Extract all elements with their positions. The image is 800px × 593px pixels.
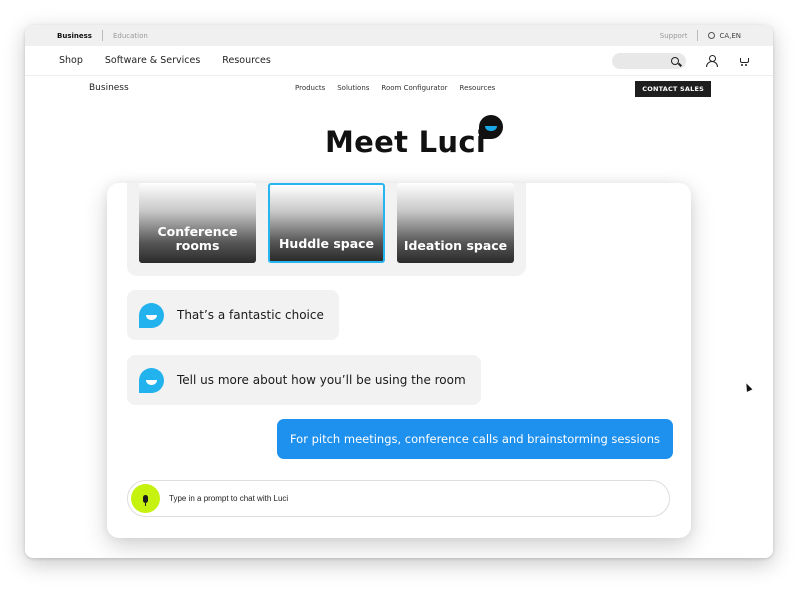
prompt-bar bbox=[127, 480, 670, 517]
message-text: Tell us more about how you’ll be using t… bbox=[177, 373, 466, 387]
divider bbox=[697, 30, 699, 41]
bot-message: Tell us more about how you’ll be using t… bbox=[127, 355, 481, 405]
room-choice-conference[interactable]: Conference rooms bbox=[139, 183, 256, 263]
voice-input-button[interactable] bbox=[131, 484, 160, 513]
luci-avatar-icon bbox=[139, 302, 164, 328]
main-nav: Shop Software & Services Resources bbox=[25, 46, 773, 76]
subnav-solutions[interactable]: Solutions bbox=[337, 84, 369, 92]
bot-message: That’s a fantastic choice bbox=[127, 290, 339, 340]
search-input[interactable] bbox=[612, 52, 686, 69]
utility-bar: Business Education Support CA,EN bbox=[25, 25, 773, 46]
chat-prompt-input[interactable] bbox=[169, 494, 649, 503]
contact-sales-button[interactable]: CONTACT SALES bbox=[635, 81, 711, 97]
support-link[interactable]: Support bbox=[660, 32, 688, 40]
room-choice-label: Conference rooms bbox=[157, 224, 238, 253]
room-choice-ideation[interactable]: Ideation space bbox=[397, 183, 514, 263]
nav-software-services[interactable]: Software & Services bbox=[105, 55, 200, 66]
message-text: That’s a fantastic choice bbox=[177, 308, 324, 322]
subnav-products[interactable]: Products bbox=[295, 84, 325, 92]
room-choice-huddle[interactable]: Huddle space bbox=[268, 183, 385, 263]
page-title: Meet Luci bbox=[325, 125, 487, 159]
globe-icon bbox=[708, 32, 716, 39]
subnav-resources[interactable]: Resources bbox=[460, 84, 496, 92]
luci-avatar-icon bbox=[139, 367, 164, 393]
nav-resources[interactable]: Resources bbox=[222, 55, 271, 66]
browser-page: Business Education Support CA,EN Shop So… bbox=[25, 25, 773, 558]
subnav-room-configurator[interactable]: Room Configurator bbox=[381, 84, 447, 92]
room-choice-label: Ideation space bbox=[403, 238, 508, 253]
nav-shop[interactable]: Shop bbox=[59, 55, 83, 66]
message-text: For pitch meetings, conference calls and… bbox=[289, 432, 660, 446]
divider bbox=[101, 30, 103, 41]
sub-nav-brand[interactable]: Business bbox=[89, 83, 129, 93]
search-icon[interactable] bbox=[671, 56, 679, 65]
segment-business-link[interactable]: Business bbox=[57, 32, 92, 40]
account-icon[interactable] bbox=[706, 55, 718, 67]
luci-logo-icon bbox=[479, 115, 503, 139]
cart-icon[interactable] bbox=[738, 56, 749, 66]
user-message: For pitch meetings, conference calls and… bbox=[276, 419, 673, 459]
segment-education-link[interactable]: Education bbox=[113, 32, 148, 40]
room-choice-label: Huddle space bbox=[278, 236, 375, 251]
chat-panel: Conference rooms Huddle space Ideation s… bbox=[107, 183, 691, 538]
locale-selector[interactable]: CA,EN bbox=[719, 32, 741, 40]
room-choice-tray: Conference rooms Huddle space Ideation s… bbox=[127, 183, 526, 276]
microphone-icon bbox=[143, 494, 148, 506]
sub-nav: Business Products Solutions Room Configu… bbox=[25, 76, 773, 100]
